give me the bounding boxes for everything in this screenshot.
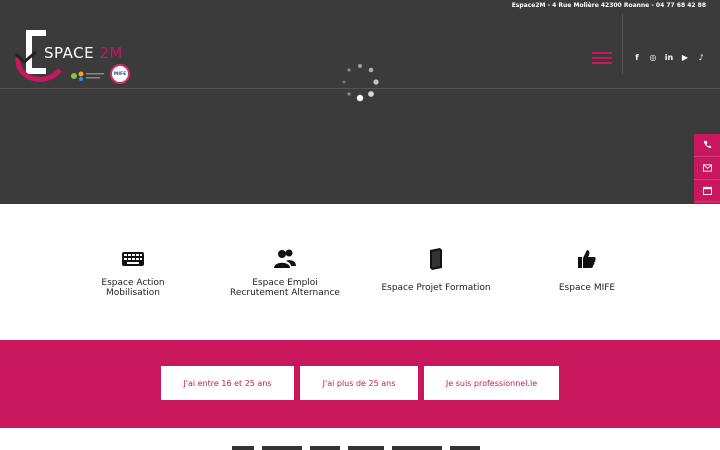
dock-phone[interactable] bbox=[694, 134, 720, 157]
phone-icon bbox=[703, 141, 711, 149]
mife-badge: MIFE bbox=[110, 64, 130, 84]
top-info-bar: Espace2M - 4 Rue Molière 42300 Roanne - … bbox=[0, 0, 720, 14]
partner-logo-icon bbox=[71, 71, 104, 81]
social-links: f ◎ in ▶ ♪ bbox=[632, 52, 706, 62]
keyboard-icon bbox=[122, 252, 144, 266]
book-icon bbox=[430, 248, 442, 270]
service-label-line1: Espace Projet Formation bbox=[381, 283, 491, 293]
facebook-icon[interactable]: f bbox=[632, 52, 642, 62]
site-header: SPACE 2M MIFE f ◎ in ▶ ♪ bbox=[0, 14, 720, 204]
mail-icon bbox=[702, 164, 712, 172]
linkedin-icon[interactable]: in bbox=[664, 52, 674, 62]
youtube-icon[interactable]: ▶ bbox=[680, 52, 690, 62]
users-icon bbox=[274, 249, 296, 268]
loading-spinner-icon bbox=[342, 64, 379, 102]
service-action-mobilisation[interactable]: Espace Action Mobilisation bbox=[58, 244, 208, 298]
services-section: Espace Action Mobilisation Espace Emploi… bbox=[0, 204, 720, 340]
menu-toggle-button[interactable] bbox=[592, 52, 612, 64]
instagram-icon[interactable]: ◎ bbox=[648, 52, 658, 62]
logo-space-text: SPACE bbox=[44, 44, 95, 62]
logo-wordmark: SPACE 2M bbox=[44, 44, 123, 62]
calendar-icon bbox=[702, 186, 712, 195]
service-mife[interactable]: Espace MIFE bbox=[512, 244, 662, 293]
service-label-line1: Espace Action bbox=[101, 278, 165, 288]
dock-calendar[interactable] bbox=[694, 180, 720, 203]
site-logo[interactable]: SPACE 2M MIFE bbox=[14, 28, 144, 88]
service-projet-formation[interactable]: Espace Projet Formation bbox=[361, 244, 511, 293]
thumbs-up-icon bbox=[578, 250, 596, 268]
cta-over-25-button[interactable]: J'ai plus de 25 ans bbox=[300, 366, 418, 400]
tiktok-icon[interactable]: ♪ bbox=[696, 52, 706, 62]
logo-accent-text: 2M bbox=[94, 44, 123, 62]
next-section bbox=[0, 428, 720, 450]
cta-professional-button[interactable]: Je suis professionnel.le bbox=[424, 366, 559, 400]
cta-16-25-button[interactable]: J'ai entre 16 et 25 ans bbox=[161, 366, 294, 400]
contact-address: Espace2M - 4 Rue Molière 42300 Roanne - … bbox=[511, 2, 706, 9]
audience-cta-band: J'ai entre 16 et 25 ans J'ai plus de 25 … bbox=[0, 340, 720, 428]
service-label-line1: Espace MIFE bbox=[558, 283, 616, 293]
service-label-line1: Espace Emploi bbox=[252, 278, 318, 288]
dock-mail[interactable] bbox=[694, 157, 720, 180]
service-emploi-recrutement[interactable]: Espace Emploi Recrutement Alternance bbox=[210, 244, 360, 298]
service-label-line2: Recrutement Alternance bbox=[230, 288, 340, 298]
header-divider bbox=[622, 14, 623, 74]
cut-off-heading bbox=[232, 446, 480, 450]
service-label-line2: Mobilisation bbox=[106, 288, 160, 298]
